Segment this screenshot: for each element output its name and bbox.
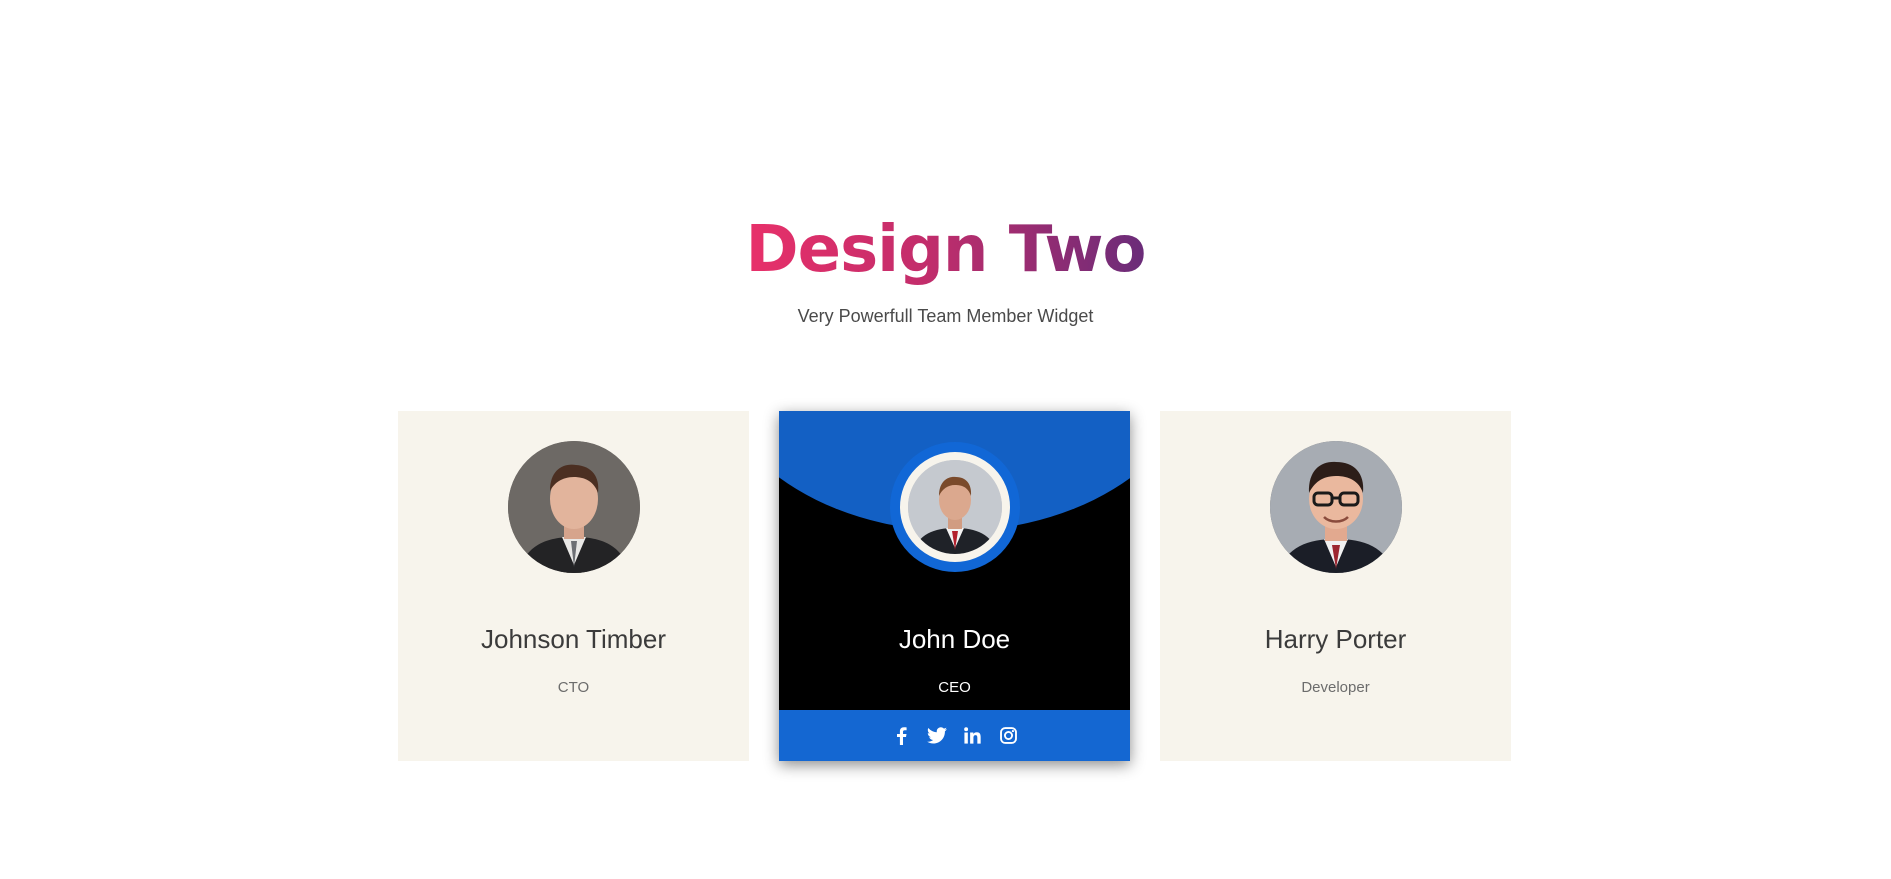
avatar bbox=[899, 452, 1010, 562]
page: Design Two Very Powerfull Team Member Wi… bbox=[0, 0, 1891, 879]
linkedin-icon[interactable] bbox=[962, 725, 984, 747]
team-member-card: Harry Porter Developer bbox=[1160, 411, 1511, 761]
section-heading: Design Two Very Powerfull Team Member Wi… bbox=[0, 210, 1891, 327]
person-photo-icon bbox=[507, 441, 640, 573]
member-name: Johnson Timber bbox=[481, 624, 666, 654]
page-title: Design Two bbox=[746, 210, 1147, 290]
member-name: John Doe bbox=[898, 624, 1011, 654]
page-subtitle: Very Powerfull Team Member Widget bbox=[797, 306, 1094, 326]
facebook-icon[interactable] bbox=[890, 725, 912, 747]
person-photo-icon bbox=[907, 460, 1002, 554]
member-role: Developer bbox=[1301, 679, 1370, 696]
team-cards: Johnson Timber CTO John Doe CEO Harry Po… bbox=[398, 411, 1511, 761]
member-role: CEO bbox=[938, 679, 971, 696]
social-links bbox=[779, 710, 1130, 761]
person-photo-icon bbox=[1269, 441, 1402, 573]
member-role: CTO bbox=[557, 679, 590, 696]
team-member-card: Johnson Timber CTO bbox=[398, 411, 749, 761]
member-name: Harry Porter bbox=[1264, 624, 1407, 654]
avatar bbox=[1269, 441, 1402, 573]
instagram-icon[interactable] bbox=[998, 725, 1020, 747]
team-member-card-featured: John Doe CEO bbox=[779, 411, 1130, 761]
avatar bbox=[507, 441, 640, 573]
twitter-icon[interactable] bbox=[926, 725, 948, 747]
